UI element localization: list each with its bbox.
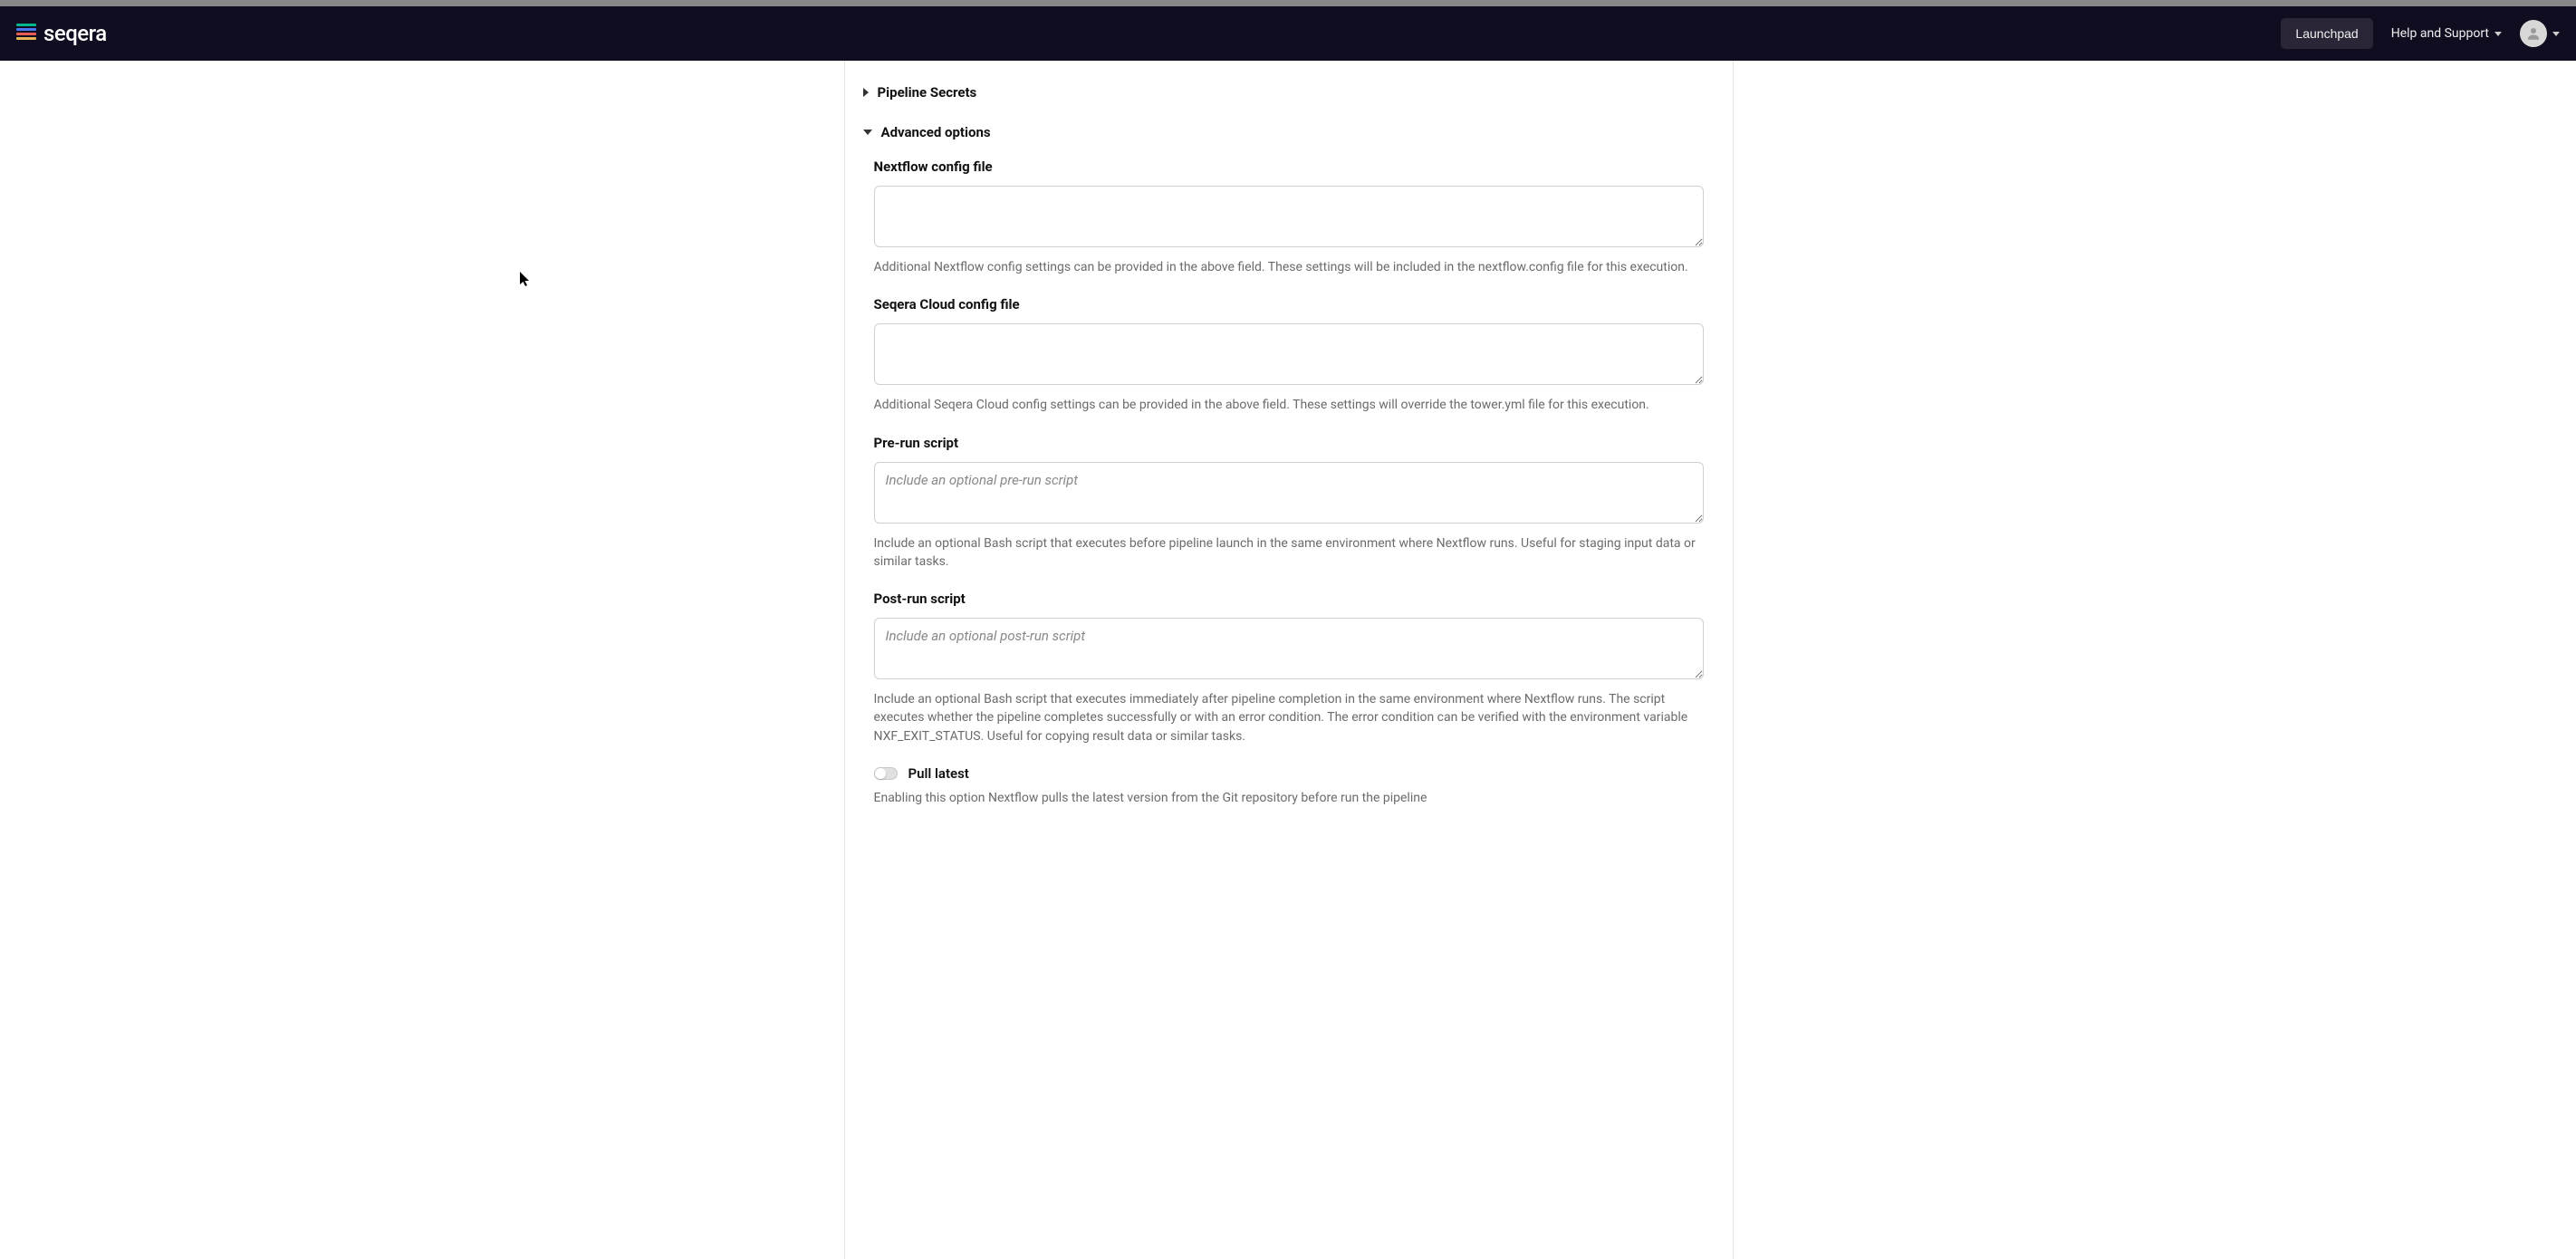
chevron-down-icon [2494, 32, 2502, 36]
nextflow-config-help: Additional Nextflow config settings can … [874, 258, 1704, 276]
brand-name: seqera [43, 21, 107, 46]
seqera-config-input[interactable] [874, 323, 1704, 385]
postrun-script-label: Post-run script [874, 591, 1704, 607]
caret-down-icon [863, 130, 872, 135]
nextflow-config-group: Nextflow config file Additional Nextflow… [874, 159, 1704, 276]
pipeline-secrets-toggle[interactable]: Pipeline Secrets [874, 79, 1704, 106]
user-menu[interactable] [2520, 20, 2560, 47]
header-actions: Launchpad Help and Support [2281, 18, 2560, 49]
advanced-options-title: Advanced options [881, 124, 991, 140]
pull-latest-group: Pull latest Enabling this option Nextflo… [874, 765, 1704, 807]
pipeline-secrets-title: Pipeline Secrets [878, 84, 977, 101]
postrun-script-help: Include an optional Bash script that exe… [874, 690, 1704, 745]
toggle-knob [875, 768, 886, 779]
seqera-config-help: Additional Seqera Cloud config settings … [874, 396, 1704, 414]
help-support-menu[interactable]: Help and Support [2391, 26, 2502, 41]
advanced-options-toggle[interactable]: Advanced options [874, 119, 1704, 146]
seqera-config-group: Seqera Cloud config file Additional Seqe… [874, 296, 1704, 414]
seqera-config-label: Seqera Cloud config file [874, 296, 1704, 312]
prerun-script-help: Include an optional Bash script that exe… [874, 534, 1704, 572]
pull-latest-label: Pull latest [908, 765, 969, 782]
prerun-script-input[interactable] [874, 462, 1704, 524]
pull-latest-toggle[interactable] [874, 767, 898, 780]
app-header: seqera Launchpad Help and Support [0, 6, 2576, 61]
main-content: Pipeline Secrets Advanced options Nextfl… [0, 61, 2576, 1259]
user-icon [2525, 25, 2542, 42]
prerun-script-group: Pre-run script Include an optional Bash … [874, 435, 1704, 572]
chevron-down-icon [2552, 32, 2560, 36]
caret-right-icon [863, 88, 869, 97]
postrun-script-group: Post-run script Include an optional Bash… [874, 591, 1704, 745]
pull-latest-row: Pull latest [874, 765, 1704, 782]
nextflow-config-label: Nextflow config file [874, 159, 1704, 175]
prerun-script-label: Pre-run script [874, 435, 1704, 451]
pull-latest-help: Enabling this option Nextflow pulls the … [874, 789, 1704, 807]
postrun-script-input[interactable] [874, 618, 1704, 679]
nextflow-config-input[interactable] [874, 186, 1704, 247]
help-support-label: Help and Support [2391, 26, 2489, 41]
avatar [2520, 20, 2547, 47]
seqera-icon [16, 24, 36, 43]
browser-chrome-bar [0, 0, 2576, 6]
form-panel: Pipeline Secrets Advanced options Nextfl… [844, 61, 1734, 1259]
launchpad-button[interactable]: Launchpad [2281, 18, 2372, 49]
brand-logo[interactable]: seqera [16, 21, 107, 46]
